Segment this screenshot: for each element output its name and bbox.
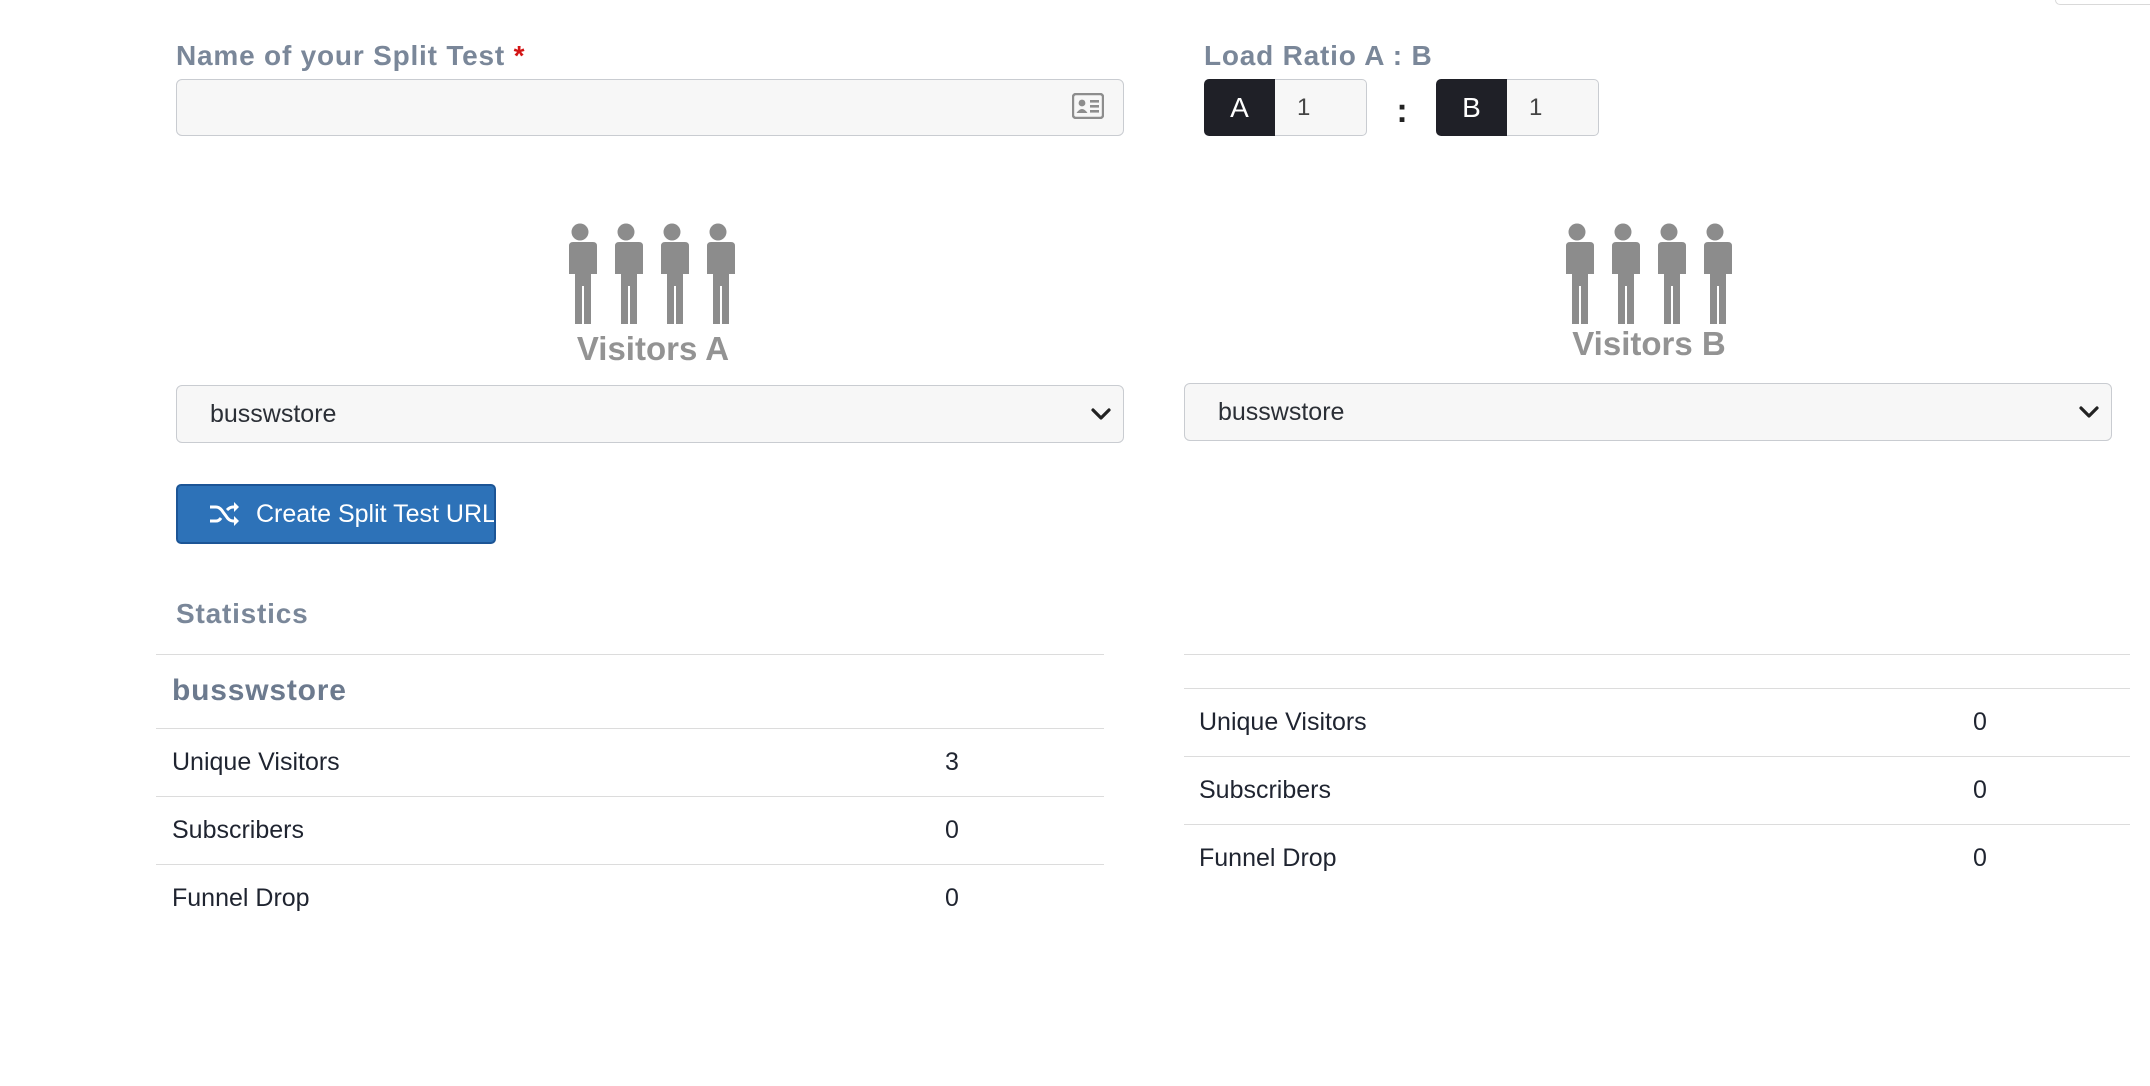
stats-b-divider	[1184, 688, 2130, 689]
visitors-a-people-icon	[567, 223, 735, 324]
visitors-a-select[interactable]: busswstore	[176, 385, 1124, 443]
stats-a-row-label: Funnel Drop	[172, 884, 310, 912]
visitors-a-selected-value: busswstore	[210, 399, 337, 428]
statistics-title: Statistics	[176, 598, 309, 629]
split-test-name-label: Name of your Split Test *	[176, 40, 525, 72]
stats-a-divider	[156, 728, 1104, 729]
ratio-b-input[interactable]	[1507, 79, 1599, 136]
ratio-a-badge: A	[1204, 79, 1275, 136]
visitors-b-caption: Visitors B	[1572, 325, 1726, 362]
contact-card-icon	[1072, 93, 1104, 119]
chevron-down-icon	[2079, 406, 2099, 418]
stats-b-top-divider	[1184, 654, 2130, 655]
stats-a-row-divider	[156, 864, 1104, 865]
ratio-separator: :	[1396, 92, 1408, 130]
load-ratio-label: Load Ratio A : B	[1204, 40, 1433, 71]
ratio-a-input[interactable]	[1275, 79, 1367, 136]
ratio-a-group: A	[1204, 79, 1367, 136]
split-test-name-label-text: Name of your Split Test	[176, 40, 506, 71]
stats-a-group-name: busswstore	[172, 674, 347, 707]
split-test-name-input[interactable]	[176, 79, 1124, 136]
stats-b-row-divider	[1184, 756, 2130, 757]
create-split-test-url-button[interactable]: Create Split Test URL	[176, 484, 496, 544]
stats-a-row-value: 3	[945, 748, 959, 776]
stats-b-row-value: 0	[1973, 708, 1987, 736]
stats-b-row-divider	[1184, 824, 2130, 825]
stats-b-row-label: Funnel Drop	[1199, 844, 1337, 872]
create-split-test-url-label: Create Split Test URL	[256, 499, 496, 528]
visitors-b-selected-value: busswstore	[1218, 397, 1345, 426]
ratio-b-badge: B	[1436, 79, 1507, 136]
stats-a-row-label: Subscribers	[172, 816, 304, 844]
stats-a-row-divider	[156, 796, 1104, 797]
visitors-b-select[interactable]: busswstore	[1184, 383, 2112, 441]
visitors-b-people-icon	[1564, 223, 1732, 324]
visitors-a-caption: Visitors A	[576, 330, 730, 367]
chevron-down-icon	[1091, 408, 1111, 420]
stats-b-row-label: Subscribers	[1199, 776, 1331, 804]
ratio-b-group: B	[1436, 79, 1599, 136]
stats-b-row-label: Unique Visitors	[1199, 708, 1367, 736]
stats-b-row-value: 0	[1973, 844, 1987, 872]
stats-a-row-value: 0	[945, 816, 959, 844]
stats-a-row-label: Unique Visitors	[172, 748, 340, 776]
required-asterisk: *	[513, 40, 526, 71]
stats-a-row-value: 0	[945, 884, 959, 912]
stats-a-top-divider	[156, 654, 1104, 655]
stats-b-row-value: 0	[1973, 776, 1987, 804]
shuffle-icon	[210, 502, 239, 526]
top-right-edge	[2055, 0, 2150, 5]
